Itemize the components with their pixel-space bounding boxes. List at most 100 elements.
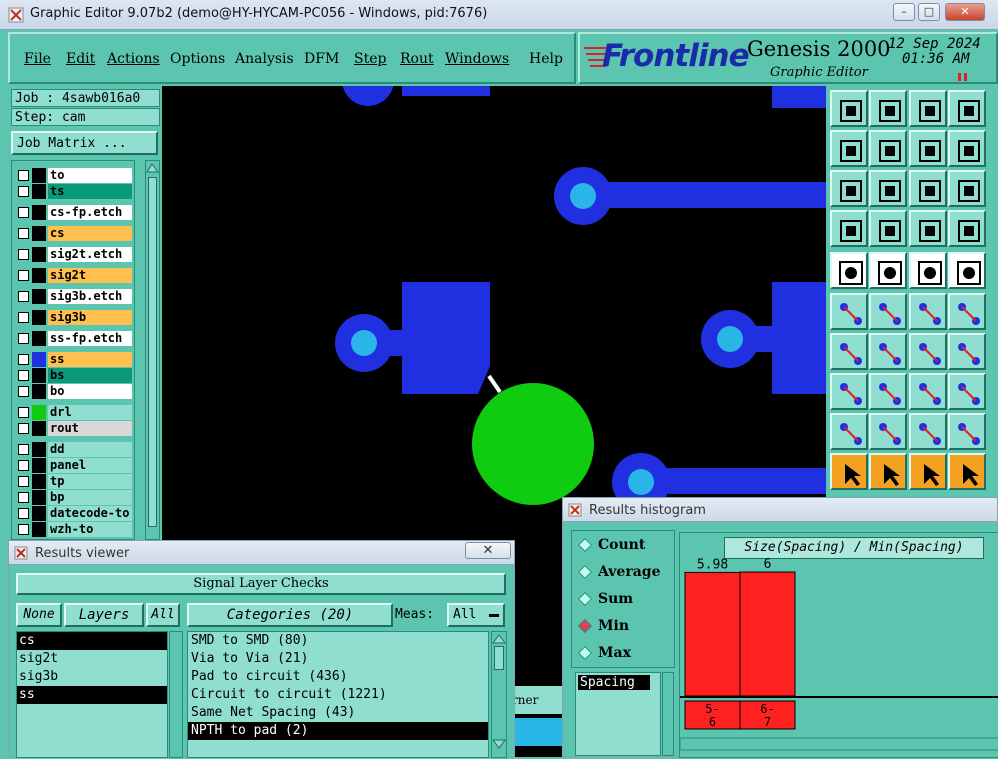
none-button[interactable]: None: [16, 603, 62, 627]
layer-checkbox[interactable]: [18, 386, 29, 397]
net-route-button[interactable]: [948, 453, 986, 490]
layer-row-bo[interactable]: bo: [14, 384, 132, 399]
layer-scroll-thumb[interactable]: [148, 177, 157, 527]
scroll-up-icon[interactable]: [146, 162, 159, 174]
minimize-button[interactable]: –: [893, 3, 915, 21]
categories-button[interactable]: Categories (20): [187, 603, 393, 627]
menu-rout[interactable]: Rout: [400, 51, 434, 67]
layer-checkbox[interactable]: [18, 312, 29, 323]
layer-name[interactable]: ts: [48, 184, 132, 199]
layer-row-ss[interactable]: ss: [14, 352, 132, 367]
menu-windows[interactable]: Windows: [445, 51, 509, 67]
copy-poly-button[interactable]: [830, 413, 868, 450]
layer-row-dd[interactable]: dd: [14, 442, 132, 457]
radio-count[interactable]: Count: [577, 537, 645, 553]
select-camera-button[interactable]: [830, 252, 868, 289]
move-vertex-button[interactable]: [948, 413, 986, 450]
layer-checkbox[interactable]: [18, 228, 29, 239]
layer-row-wzh-to[interactable]: wzh-to: [14, 522, 132, 537]
layer-name[interactable]: dd: [48, 442, 132, 457]
layer-name[interactable]: datecode-to: [48, 506, 132, 521]
layer-row-to[interactable]: to: [14, 168, 132, 183]
snap-layer-button[interactable]: [909, 210, 947, 247]
all-button[interactable]: All: [146, 603, 180, 627]
category-item[interactable]: Same Net Spacing (43): [188, 704, 488, 722]
results-viewer-close-button[interactable]: ✕: [465, 542, 511, 559]
layer-row-cs-fp.etch[interactable]: cs-fp.etch: [14, 205, 132, 220]
save-button[interactable]: [869, 90, 907, 127]
measure-item-spacing[interactable]: Spacing: [578, 675, 650, 690]
layer-row-drl[interactable]: drl: [14, 405, 132, 420]
pointer-lasso-button[interactable]: [909, 453, 947, 490]
menu-help[interactable]: Help: [529, 51, 563, 67]
layer-row-sig3b.etch[interactable]: sig3b.etch: [14, 289, 132, 304]
edit-vertex-button[interactable]: [869, 413, 907, 450]
net-split-button[interactable]: [948, 333, 986, 370]
scroll-up-icon[interactable]: [492, 633, 506, 645]
category-item[interactable]: Via to Via (21): [188, 650, 488, 668]
layer-checkbox[interactable]: [18, 423, 29, 434]
layer-row-sig2t.etch[interactable]: sig2t.etch: [14, 247, 132, 262]
layer-name[interactable]: cs-fp.etch: [48, 205, 132, 220]
measure-button[interactable]: [830, 210, 868, 247]
layer-row-sig2t[interactable]: sig2t: [14, 268, 132, 283]
layer-name[interactable]: to: [48, 168, 132, 183]
layer-name[interactable]: sig2t.etch: [48, 247, 132, 262]
job-matrix-button[interactable]: Job Matrix ...: [11, 131, 158, 155]
menu-file[interactable]: File: [24, 51, 51, 67]
component-button[interactable]: [948, 373, 986, 410]
layer-row-ss-fp.etch[interactable]: ss-fp.etch: [14, 331, 132, 346]
category-item[interactable]: Pad to circuit (436): [188, 668, 488, 686]
layer-name[interactable]: ss-fp.etch: [48, 331, 132, 346]
menu-step[interactable]: Step: [354, 51, 386, 67]
menu-actions[interactable]: Actions: [107, 51, 160, 67]
layer-checkbox[interactable]: [18, 333, 29, 344]
layer-checkbox[interactable]: [18, 460, 29, 471]
category-scrollbar[interactable]: [491, 631, 507, 758]
category-item[interactable]: NPTH to pad (2): [188, 722, 488, 740]
layer-name[interactable]: sig3b.etch: [48, 289, 132, 304]
layer-row-tp[interactable]: tp: [14, 474, 132, 489]
layer-name[interactable]: drl: [48, 405, 132, 420]
meas-select[interactable]: All: [447, 603, 505, 627]
layer-name[interactable]: sig2t: [48, 268, 132, 283]
measure-scrollbar[interactable]: [662, 672, 674, 756]
layer-checkbox[interactable]: [18, 207, 29, 218]
dimension-button[interactable]: [909, 373, 947, 410]
result-layer-item[interactable]: cs: [17, 632, 167, 650]
scroll-down-icon[interactable]: [492, 738, 506, 750]
home-button[interactable]: [909, 90, 947, 127]
pad-fill-button[interactable]: [948, 252, 986, 289]
histogram-bar[interactable]: [684, 571, 741, 697]
route-button[interactable]: [948, 130, 986, 167]
layer-name[interactable]: wzh-to: [48, 522, 132, 537]
line-draw-button[interactable]: [830, 333, 868, 370]
layer-name[interactable]: sig3b: [48, 310, 132, 325]
snap-net-button[interactable]: [948, 210, 986, 247]
trace-draw-button[interactable]: [869, 333, 907, 370]
layer-checkbox[interactable]: [18, 370, 29, 381]
undo-rotate-button[interactable]: [909, 130, 947, 167]
result-layer-item[interactable]: sig2t: [17, 650, 167, 668]
layer-name[interactable]: panel: [48, 458, 132, 473]
layer-scrollbar[interactable]: [145, 160, 160, 540]
layer-row-datecode-to[interactable]: datecode-to: [14, 506, 132, 521]
layer-checkbox[interactable]: [18, 249, 29, 260]
category-item[interactable]: Circuit to circuit (1221): [188, 686, 488, 704]
layer-name[interactable]: bs: [48, 368, 132, 383]
category-scroll-thumb[interactable]: [494, 646, 504, 670]
result-layer-item[interactable]: sig3b: [17, 668, 167, 686]
layer-results-scrollbar[interactable]: [169, 631, 183, 758]
close-button[interactable]: ✕: [945, 3, 985, 21]
layer-checkbox[interactable]: [18, 492, 29, 503]
pointer-button[interactable]: [830, 453, 868, 490]
help-button[interactable]: [948, 170, 986, 207]
pause-icon[interactable]: [957, 72, 969, 82]
layer-name[interactable]: bo: [48, 384, 132, 399]
radio-average[interactable]: Average: [577, 564, 660, 580]
pointer-box-button[interactable]: [869, 453, 907, 490]
layer-row-ts[interactable]: ts: [14, 184, 132, 199]
radio-min[interactable]: Min: [577, 618, 629, 634]
open-job-button[interactable]: [830, 90, 868, 127]
layers-button[interactable]: Layers: [64, 603, 144, 627]
